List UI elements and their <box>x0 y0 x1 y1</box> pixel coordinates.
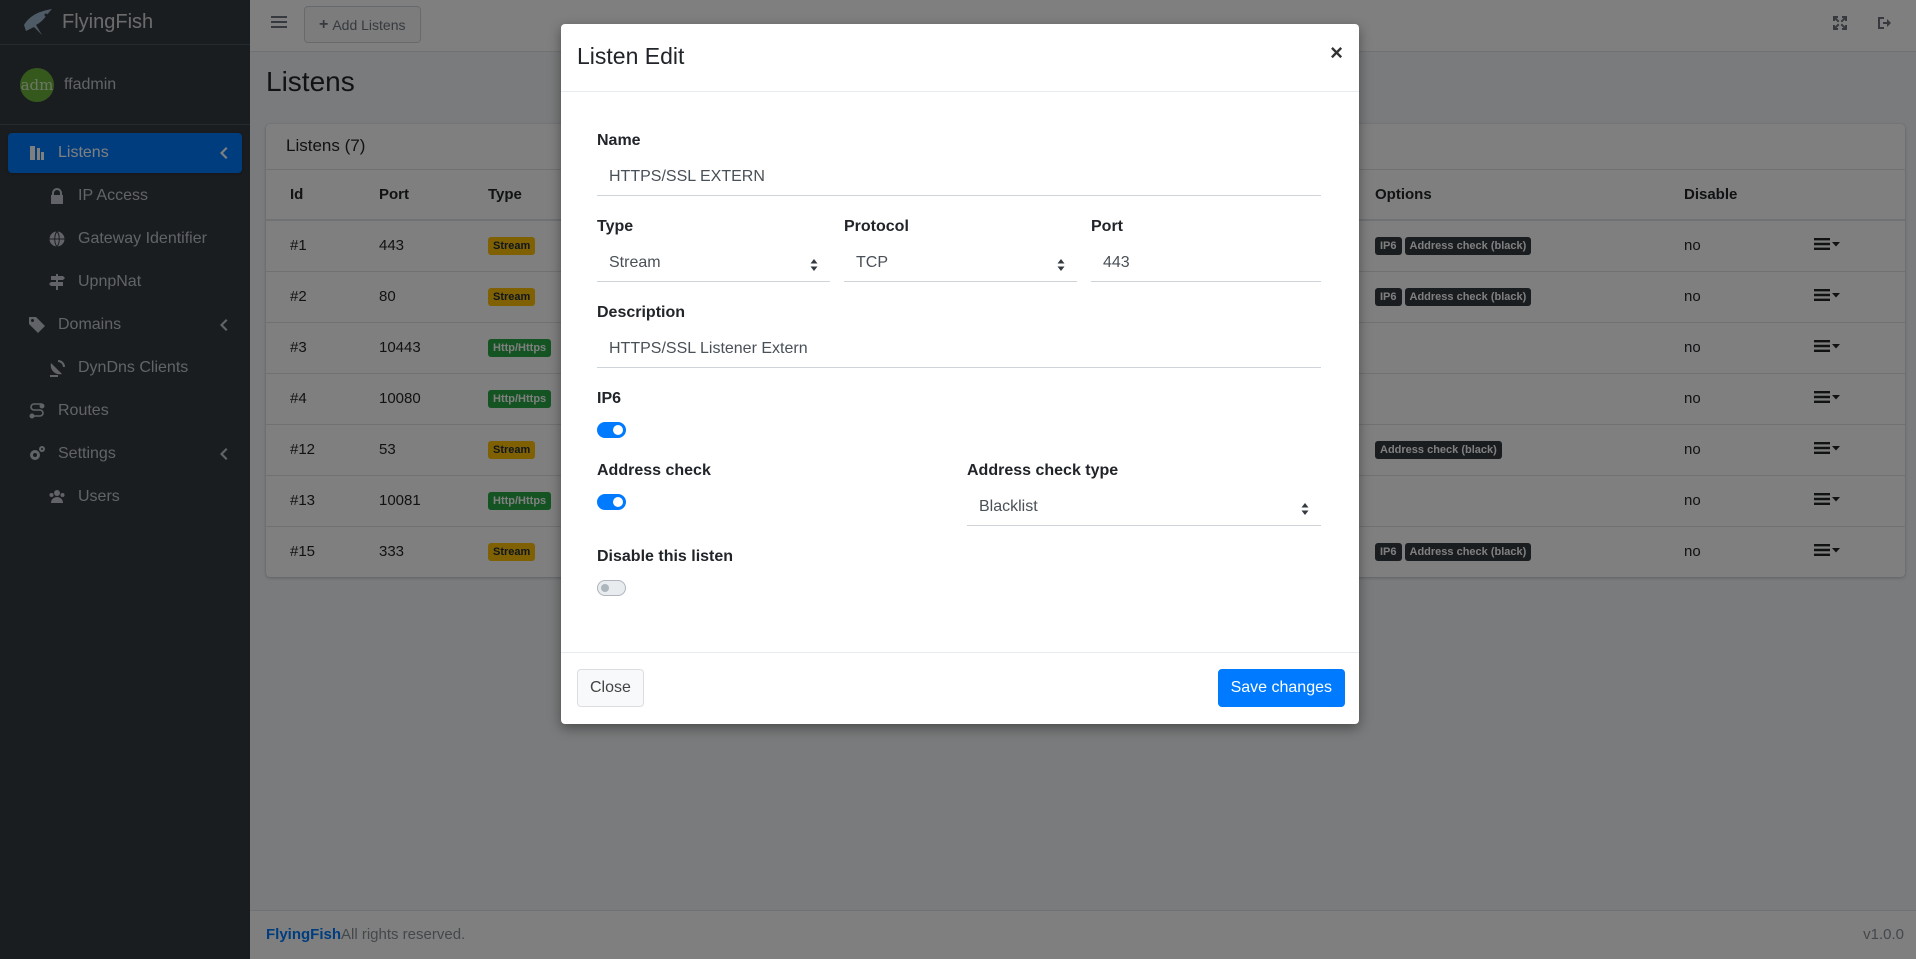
address-check-type-value: Blacklist <box>979 498 1038 515</box>
name-field[interactable]: HTTPS/SSL EXTERN <box>597 160 1321 196</box>
listen-edit-modal: Listen Edit × Name HTTPS/SSL EXTERN Type… <box>561 24 1359 724</box>
type-select-value: Stream <box>609 254 661 271</box>
name-label: Name <box>597 132 641 149</box>
modal-footer: Close Save changes <box>561 652 1359 724</box>
description-label: Description <box>597 304 686 321</box>
address-check-type-select[interactable]: Blacklist <box>967 490 1321 526</box>
sort-arrows-icon <box>1301 502 1309 516</box>
description-field[interactable]: HTTPS/SSL Listener Extern <box>597 332 1321 368</box>
save-changes-button[interactable]: Save changes <box>1217 669 1345 707</box>
port-field[interactable]: 443 <box>1091 246 1321 282</box>
address-check-type-label: Address check type <box>967 462 1119 479</box>
type-select[interactable]: Stream <box>597 246 830 282</box>
modal-header: Listen Edit × <box>561 24 1359 92</box>
protocol-select-value: TCP <box>856 254 888 271</box>
sort-arrows-icon <box>810 258 818 272</box>
port-label: Port <box>1091 218 1123 235</box>
ip6-toggle[interactable] <box>597 422 626 438</box>
address-check-label: Address check <box>597 462 711 479</box>
disable-listen-toggle[interactable] <box>597 580 626 596</box>
protocol-select[interactable]: TCP <box>844 246 1077 282</box>
disable-listen-label: Disable this listen <box>597 548 734 565</box>
address-check-toggle[interactable] <box>597 494 626 510</box>
type-label: Type <box>597 218 634 235</box>
protocol-label: Protocol <box>844 218 909 235</box>
modal-title: Listen Edit <box>577 43 685 69</box>
close-icon[interactable]: × <box>1330 40 1343 66</box>
ip6-label: IP6 <box>597 390 622 407</box>
sort-arrows-icon <box>1057 258 1065 272</box>
close-button[interactable]: Close <box>577 669 644 707</box>
